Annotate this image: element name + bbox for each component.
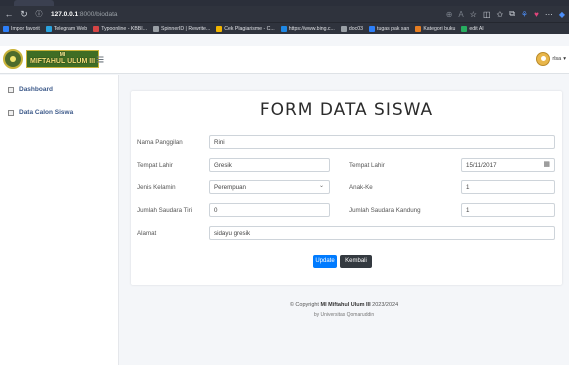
url-host: 127.0.0.1 xyxy=(51,10,79,18)
bookmarks-bar: Impor favorit Telegram Web Typoonline - KB… xyxy=(0,22,569,34)
more-icon[interactable]: ⋯ xyxy=(545,10,553,19)
bookmark-item[interactable]: https://www.bing.c... xyxy=(280,25,335,32)
bookmark-label: Telegram Web xyxy=(53,25,88,32)
bookmark-item[interactable]: tugas pak san xyxy=(369,25,410,32)
bookmark-label: Impor favorit xyxy=(11,25,40,32)
tempat-lahir-input[interactable]: Gresik xyxy=(209,158,330,172)
bookmark-icon xyxy=(216,25,223,32)
chevron-down-icon: ⌄ xyxy=(318,183,324,189)
nama-panggilan-input[interactable]: Rini xyxy=(209,135,555,149)
bookmark-icon xyxy=(153,25,160,32)
bookmark-icon xyxy=(93,25,100,32)
favorites-icon[interactable]: ✩ xyxy=(497,10,504,19)
calendar-icon[interactable]: ▦ xyxy=(543,161,550,168)
sidebar-item-dashboard[interactable]: Dashboard xyxy=(8,86,53,93)
bookmark-label: edit AI xyxy=(469,25,484,32)
alamat-label: Alamat xyxy=(137,230,157,237)
bookmark-item[interactable]: doc03 xyxy=(340,25,363,32)
back-icon[interactable]: ← xyxy=(3,9,15,19)
bookmark-label: Cek Plagiarisme - C... xyxy=(224,25,275,32)
hamburger-menu-icon[interactable]: ≡ xyxy=(96,52,104,66)
sidebar-item-data-calon-siswa[interactable]: Data Calon Siswa xyxy=(8,109,73,116)
footer-year: 2023/2024 xyxy=(372,302,399,308)
sidebar: Dashboard Data Calon Siswa xyxy=(0,75,119,365)
form-card: FORM DATA SISWA Nama Panggilan Rini Temp… xyxy=(131,91,562,285)
bookmark-icon xyxy=(3,25,9,32)
heart-icon[interactable]: ♥ xyxy=(534,10,539,19)
copyright-prefix: © Copyright xyxy=(289,302,319,308)
tanggal-lahir-label: Tempat Lahir xyxy=(349,162,385,169)
bookmark-item[interactable]: Kategori buku xyxy=(415,25,456,32)
bookmark-icon xyxy=(340,25,347,32)
alamat-input[interactable]: sidayu gresik xyxy=(209,226,555,240)
avatar xyxy=(536,52,551,66)
bookmark-item[interactable]: edit AI xyxy=(461,25,484,32)
sidebar-item-label: Dashboard xyxy=(19,86,53,93)
bookmark-item[interactable]: SpinnerID | Rewrite... xyxy=(153,25,211,32)
user-name: rlsa xyxy=(552,56,562,62)
footer-school: MI Miftahul Ulum III xyxy=(320,302,371,308)
bookmark-icon xyxy=(369,25,375,32)
logo-text: MI MIFTAHUL ULUM III xyxy=(26,50,100,68)
app-navbar: MI MIFTAHUL ULUM III ≡ rlsa ▾ xyxy=(0,46,569,74)
anak-ke-input[interactable]: 1 xyxy=(461,180,555,194)
footer: © Copyright MI Miftahul Ulum III 2023/20… xyxy=(119,302,569,318)
bookmark-label: Typoonline - KBBI... xyxy=(101,25,148,32)
update-button[interactable]: Update xyxy=(313,255,337,268)
bookmark-label: doc03 xyxy=(348,25,363,32)
bookmark-label: SpinnerID | Rewrite... xyxy=(161,25,211,32)
jenis-kelamin-select[interactable]: Perempuan ⌄ xyxy=(209,180,330,194)
info-icon[interactable]: ⓘ xyxy=(33,9,45,19)
zoom-icon[interactable]: ⊕ xyxy=(446,10,453,19)
bookmark-label: tugas pak san xyxy=(377,25,410,32)
bookmark-item[interactable]: Cek Plagiarisme - C... xyxy=(216,25,275,32)
copilot-icon[interactable]: ◆ xyxy=(559,10,565,19)
kembali-button[interactable]: Kembali xyxy=(340,255,372,268)
school-logo[interactable]: MI MIFTAHUL ULUM III xyxy=(3,49,100,69)
tanggal-lahir-date-input[interactable]: 15/11/2017 ▦ xyxy=(461,158,555,172)
bookmark-item[interactable]: Telegram Web xyxy=(45,25,88,32)
bookmark-icon xyxy=(280,25,287,32)
jenis-kelamin-label: Jenis Kelamin xyxy=(137,184,176,191)
reload-icon[interactable]: ↻ xyxy=(18,9,30,20)
bookmark-item[interactable]: Impor favorit xyxy=(3,25,40,32)
url-path: :8000/biodata xyxy=(78,10,118,18)
split-screen-icon[interactable]: ◫ xyxy=(483,10,491,19)
saudara-kandung-label: Jumlah Saudara Kandung xyxy=(349,207,421,214)
browser-address-bar: ← ↻ ⓘ 127.0.0.1:8000/biodata ⊕ A ☆ ◫ ✩ ⧉… xyxy=(0,6,569,22)
bookmark-label: Kategori buku xyxy=(423,25,456,32)
collections-icon[interactable]: ⧉ xyxy=(509,9,515,19)
page-title: FORM DATA SISWA xyxy=(259,100,434,120)
main-content: FORM DATA SISWA Nama Panggilan Rini Temp… xyxy=(119,75,569,365)
url-field[interactable]: 127.0.0.1:8000/biodata xyxy=(51,11,118,18)
read-aloud-icon[interactable]: A xyxy=(458,10,463,19)
logo-emblem-icon xyxy=(3,49,23,69)
nama-panggilan-label: Nama Panggilan xyxy=(137,139,183,146)
saudara-tiri-input[interactable]: 0 xyxy=(209,203,330,217)
sidebar-item-label: Data Calon Siswa xyxy=(19,109,74,116)
bookmark-item[interactable]: Typoonline - KBBI... xyxy=(93,25,148,32)
bookmark-icon xyxy=(45,25,52,32)
bookmark-icon xyxy=(415,25,422,32)
user-menu[interactable]: rlsa ▾ xyxy=(536,52,566,66)
list-icon xyxy=(8,109,14,116)
dashboard-icon xyxy=(8,86,14,93)
extension-icon[interactable]: ⚘ xyxy=(521,10,528,19)
footer-credit: by Universitas Qomaruddin xyxy=(313,312,375,318)
chevron-down-icon: ▾ xyxy=(563,56,566,62)
bookmark-label: https://www.bing.c... xyxy=(288,25,335,32)
favorite-star-icon[interactable]: ☆ xyxy=(470,10,477,19)
saudara-kandung-input[interactable]: 1 xyxy=(461,203,555,217)
bookmark-icon xyxy=(461,25,468,32)
saudara-tiri-label: Jumlah Saudara Tiri xyxy=(137,207,193,214)
tempat-lahir-label: Tempat Lahir xyxy=(137,162,173,169)
anak-ke-label: Anak-Ke xyxy=(349,184,373,191)
